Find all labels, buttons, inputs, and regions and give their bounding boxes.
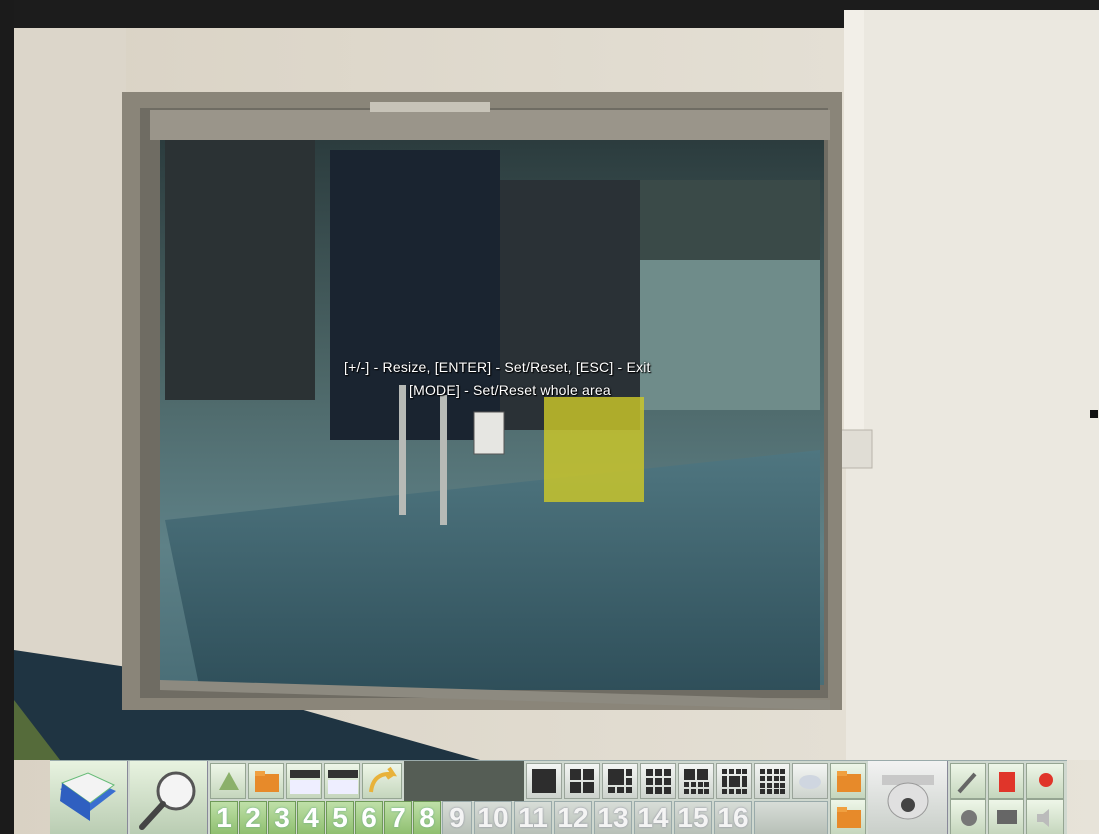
folder-icon — [255, 771, 279, 792]
osd-instruction-line-2: [MODE] - Set/Reset whole area — [409, 382, 611, 398]
network-button[interactable] — [950, 799, 986, 834]
layout-4-button[interactable] — [564, 763, 600, 799]
layout-10-button[interactable] — [678, 763, 714, 799]
screen-button-1[interactable] — [286, 763, 322, 799]
return-arrow-icon — [369, 766, 398, 793]
channel-button-8[interactable]: 8 — [413, 801, 441, 834]
screen-button-2[interactable] — [324, 763, 360, 799]
channel-button-15[interactable]: 15 — [674, 801, 712, 834]
channel-button-10[interactable]: 10 — [474, 801, 512, 834]
channel-button-4[interactable]: 4 — [297, 801, 325, 834]
menu-book-icon — [60, 772, 116, 821]
sequence-icon — [799, 775, 821, 789]
status-area — [404, 761, 524, 801]
single-view-icon — [532, 769, 556, 793]
channel-button-9[interactable]: 9 — [442, 801, 472, 834]
layout-1-button[interactable] — [526, 763, 562, 799]
folder-icon — [837, 771, 861, 792]
thirteen-view-icon — [722, 769, 747, 794]
tools-icon — [957, 772, 977, 794]
network-icon — [961, 810, 977, 826]
audio-button[interactable] — [1026, 799, 1064, 834]
search-magnifier-icon — [139, 771, 196, 830]
channel-button-3[interactable]: 3 — [268, 801, 296, 834]
speaker-icon — [1037, 809, 1049, 827]
return-button[interactable] — [362, 763, 402, 799]
display-icon — [997, 810, 1017, 824]
layout-6-button[interactable] — [602, 763, 638, 799]
ptz-camera-icon — [882, 775, 934, 820]
osd-instruction-line-1: [+/-] - Resize, [ENTER] - Set/Reset, [ES… — [344, 359, 651, 375]
channel-button-7[interactable]: 7 — [384, 801, 412, 834]
folder-button[interactable] — [248, 763, 284, 799]
channel-button-16[interactable]: 16 — [714, 801, 752, 834]
channel-button-6[interactable]: 6 — [355, 801, 383, 834]
channel-button-14[interactable]: 14 — [634, 801, 672, 834]
record-button[interactable] — [1026, 763, 1064, 799]
sixteen-view-icon — [760, 769, 785, 794]
folder-button-2[interactable] — [830, 763, 866, 799]
channel-button-1[interactable]: 1 — [210, 801, 238, 834]
channel-button-5[interactable]: 5 — [326, 801, 354, 834]
nine-view-icon — [646, 769, 671, 794]
sequence-button[interactable] — [792, 763, 828, 799]
layout-16-button[interactable] — [754, 763, 790, 799]
quad-view-icon — [570, 769, 594, 793]
ptz-button[interactable] — [868, 761, 948, 834]
menu-button[interactable] — [50, 761, 128, 834]
screen-icon — [290, 770, 320, 794]
display-button[interactable] — [988, 799, 1024, 834]
alarm-icon — [999, 772, 1015, 792]
channel-button-2[interactable]: 2 — [239, 801, 267, 834]
dvr-toolbar: 1 2 3 4 5 6 7 8 9 10 11 12 13 14 15 16 — [50, 760, 1067, 834]
folder-icon — [837, 807, 861, 828]
channel-button-11[interactable]: 11 — [514, 801, 552, 834]
layout-9-button[interactable] — [640, 763, 676, 799]
screen-icon — [328, 770, 358, 794]
camera-view: [+/-] - Resize, [ENTER] - Set/Reset, [ES… — [0, 0, 1099, 834]
folder-button-3[interactable] — [830, 799, 866, 834]
motion-detection-area[interactable] — [544, 397, 644, 502]
ten-view-icon — [684, 769, 709, 794]
channel-button-13[interactable]: 13 — [594, 801, 632, 834]
playback-button[interactable] — [210, 763, 246, 799]
tools-button[interactable] — [950, 763, 986, 799]
layout-13-button[interactable] — [716, 763, 752, 799]
six-view-icon — [608, 769, 632, 793]
channel-spacer — [754, 801, 828, 834]
record-icon — [1039, 773, 1053, 787]
alarm-button[interactable] — [988, 763, 1024, 799]
search-button[interactable] — [130, 761, 208, 834]
channel-button-12[interactable]: 12 — [554, 801, 592, 834]
playback-icon — [219, 772, 239, 790]
